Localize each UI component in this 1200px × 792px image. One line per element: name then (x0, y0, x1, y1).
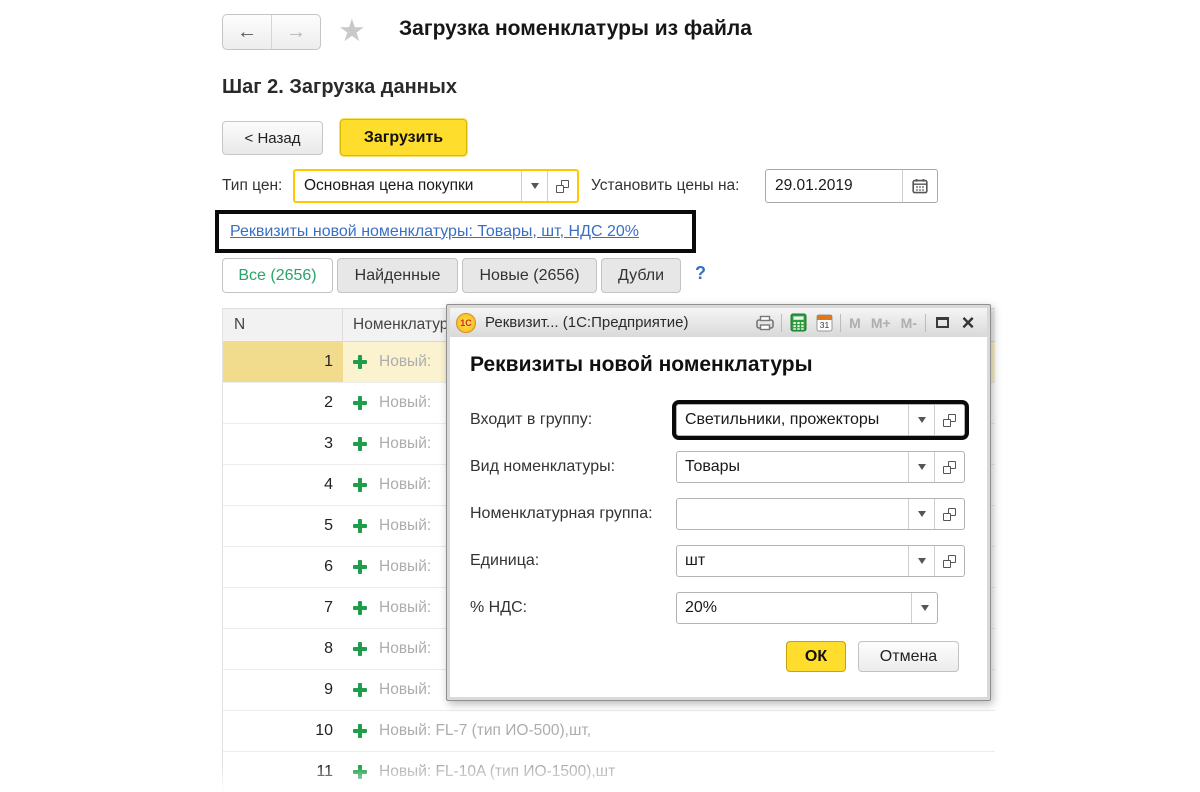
1c-logo-icon: 1С (456, 312, 476, 333)
ok-button[interactable]: ОК (786, 641, 846, 672)
vat-field-label: % НДС: (470, 599, 528, 616)
memory-recall-button[interactable]: M (844, 315, 866, 331)
dialog-heading: Реквизиты новой номенклатуры (470, 353, 813, 376)
tab-duplicates[interactable]: Дубли (601, 258, 681, 293)
plus-icon (353, 519, 367, 533)
back-button[interactable]: ← (223, 15, 272, 49)
nomgroup-field-label: Номенклатурная группа: (470, 505, 653, 522)
unit-field-value[interactable]: шт (677, 546, 908, 576)
vat-field[interactable]: 20% (676, 592, 938, 624)
vat-field-value[interactable]: 20% (677, 593, 911, 623)
calendar-icon (912, 179, 928, 194)
forward-arrow-icon: → (286, 20, 306, 43)
calendar-31-icon: 31 (816, 314, 833, 332)
chevron-down-icon (920, 605, 929, 611)
tab-found[interactable]: Найденные (337, 258, 458, 293)
nomgroup-field[interactable] (676, 498, 965, 530)
help-button[interactable]: ? (695, 263, 706, 284)
plus-icon (353, 478, 367, 492)
plus-icon (353, 683, 367, 697)
kind-open-button[interactable] (934, 452, 964, 482)
table-row[interactable]: 10 Новый: FL-7 (тип ИО-500),шт, (223, 711, 995, 752)
maximize-icon (935, 317, 949, 328)
open-in-window-icon (556, 179, 569, 193)
calendar-tool-button[interactable]: 31 (811, 311, 837, 335)
step-title: Шаг 2. Загрузка данных (222, 76, 457, 98)
requisites-dialog: 1С Реквизит... (1С:Предприятие) 31 M M+ … (446, 304, 991, 701)
open-in-window-icon (943, 507, 956, 521)
price-type-value[interactable]: Основная цена покупки (295, 171, 521, 201)
nomgroup-dropdown-button[interactable] (908, 499, 934, 529)
open-in-window-icon (943, 413, 956, 427)
chevron-down-icon (917, 417, 926, 423)
load-button[interactable]: Загрузить (340, 119, 467, 156)
svg-text:31: 31 (819, 320, 829, 330)
back-step-button[interactable]: < Назад (222, 121, 323, 155)
close-button[interactable]: × (955, 311, 981, 335)
group-dropdown-button[interactable] (908, 405, 934, 435)
date-field[interactable]: 29.01.2019 (765, 169, 938, 203)
dialog-titlebar[interactable]: 1С Реквизит... (1С:Предприятие) 31 M M+ … (450, 308, 987, 337)
plus-icon (353, 437, 367, 451)
unit-open-button[interactable] (934, 546, 964, 576)
tab-new[interactable]: Новые (2656) (462, 258, 597, 293)
tab-all[interactable]: Все (2656) (222, 258, 333, 293)
dialog-content: Реквизиты новой номенклатуры Входит в гр… (450, 337, 987, 697)
plus-icon (353, 601, 367, 615)
date-picker-button[interactable] (902, 170, 937, 202)
plus-icon (353, 355, 367, 369)
group-field-value[interactable]: Светильники, прожекторы (677, 405, 908, 435)
price-type-open-button[interactable] (547, 171, 577, 201)
nomgroup-field-value[interactable] (677, 499, 908, 529)
kind-field[interactable]: Товары (676, 451, 965, 483)
chevron-down-icon (917, 558, 926, 564)
page-title: Загрузка номенклатуры из файла (399, 17, 752, 40)
favorite-star-icon[interactable]: ★ (338, 13, 366, 49)
unit-field-label: Единица: (470, 552, 540, 569)
plus-icon (353, 560, 367, 574)
unit-dropdown-button[interactable] (908, 546, 934, 576)
price-type-label: Тип цен: (222, 177, 283, 194)
back-arrow-icon: ← (237, 20, 257, 43)
requisites-link-highlight-box: Реквизиты новой номенклатуры: Товары, шт… (215, 210, 696, 253)
group-field[interactable]: Светильники, прожекторы (672, 400, 969, 440)
plus-icon (353, 724, 367, 738)
group-open-button[interactable] (934, 405, 964, 435)
chevron-down-icon (917, 464, 926, 470)
cancel-button[interactable]: Отмена (858, 641, 959, 672)
history-nav-group: ← → (222, 14, 321, 50)
plus-icon (353, 765, 367, 779)
open-in-window-icon (943, 554, 956, 568)
open-in-window-icon (943, 460, 956, 474)
vat-dropdown-button[interactable] (911, 593, 937, 623)
plus-icon (353, 396, 367, 410)
memory-subtract-button[interactable]: M- (896, 315, 922, 331)
print-icon (756, 315, 774, 330)
forward-button[interactable]: → (272, 15, 320, 49)
date-value[interactable]: 29.01.2019 (766, 170, 902, 202)
requisites-link[interactable]: Реквизиты новой номенклатуры: Товары, шт… (230, 223, 639, 241)
price-type-dropdown-button[interactable] (521, 171, 547, 201)
kind-field-value[interactable]: Товары (677, 452, 908, 482)
app-window: ← → ★ Загрузка номенклатуры из файла Шаг… (0, 0, 1200, 792)
set-prices-label: Установить цены на: (591, 177, 740, 194)
price-type-combo[interactable]: Основная цена покупки (293, 169, 579, 203)
print-button[interactable] (752, 311, 778, 335)
kind-dropdown-button[interactable] (908, 452, 934, 482)
close-icon: × (961, 309, 975, 335)
memory-add-button[interactable]: M+ (866, 315, 896, 331)
unit-field[interactable]: шт (676, 545, 965, 577)
calculator-icon (790, 313, 807, 332)
chevron-down-icon (530, 183, 539, 189)
column-header-n[interactable]: N (223, 309, 343, 341)
kind-field-label: Вид номенклатуры: (470, 458, 616, 475)
table-row[interactable]: 11 Новый: FL-10A (тип ИО-1500),шт (223, 752, 995, 792)
group-field-label: Входит в группу: (470, 411, 593, 428)
maximize-button[interactable] (929, 311, 955, 335)
dialog-title: Реквизит... (1С:Предприятие) (485, 314, 689, 331)
nomgroup-open-button[interactable] (934, 499, 964, 529)
plus-icon (353, 642, 367, 656)
chevron-down-icon (917, 511, 926, 517)
calculator-button[interactable] (785, 311, 811, 335)
